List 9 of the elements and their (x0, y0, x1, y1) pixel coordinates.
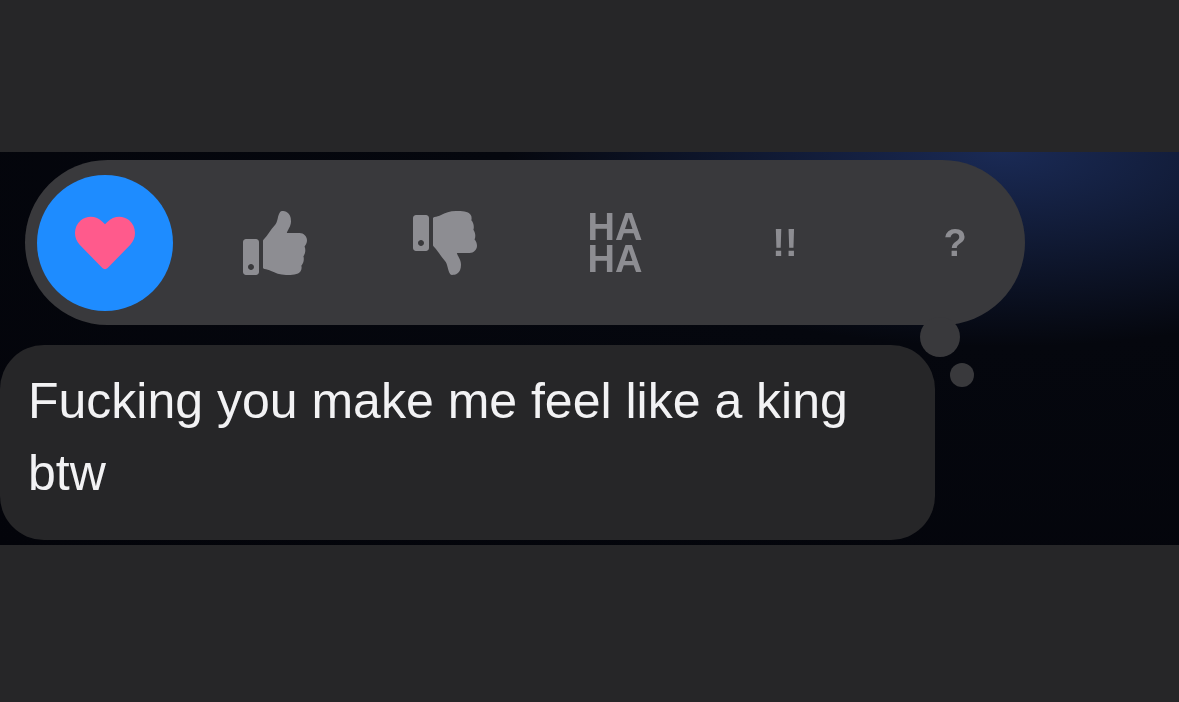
reaction-button[interactable]: HA HA (547, 174, 683, 311)
reaction-label: ? (942, 226, 968, 259)
reaction-button[interactable]: !! (717, 174, 853, 311)
message-text: Fucking you make me feel like a king btw (28, 372, 849, 503)
reaction-label: HA HA (586, 210, 644, 275)
reaction-button[interactable]: ? (887, 174, 1023, 311)
thumbs-up-icon (243, 210, 307, 275)
reaction-label: !! (771, 226, 799, 259)
thumbs-down-icon (413, 210, 477, 275)
